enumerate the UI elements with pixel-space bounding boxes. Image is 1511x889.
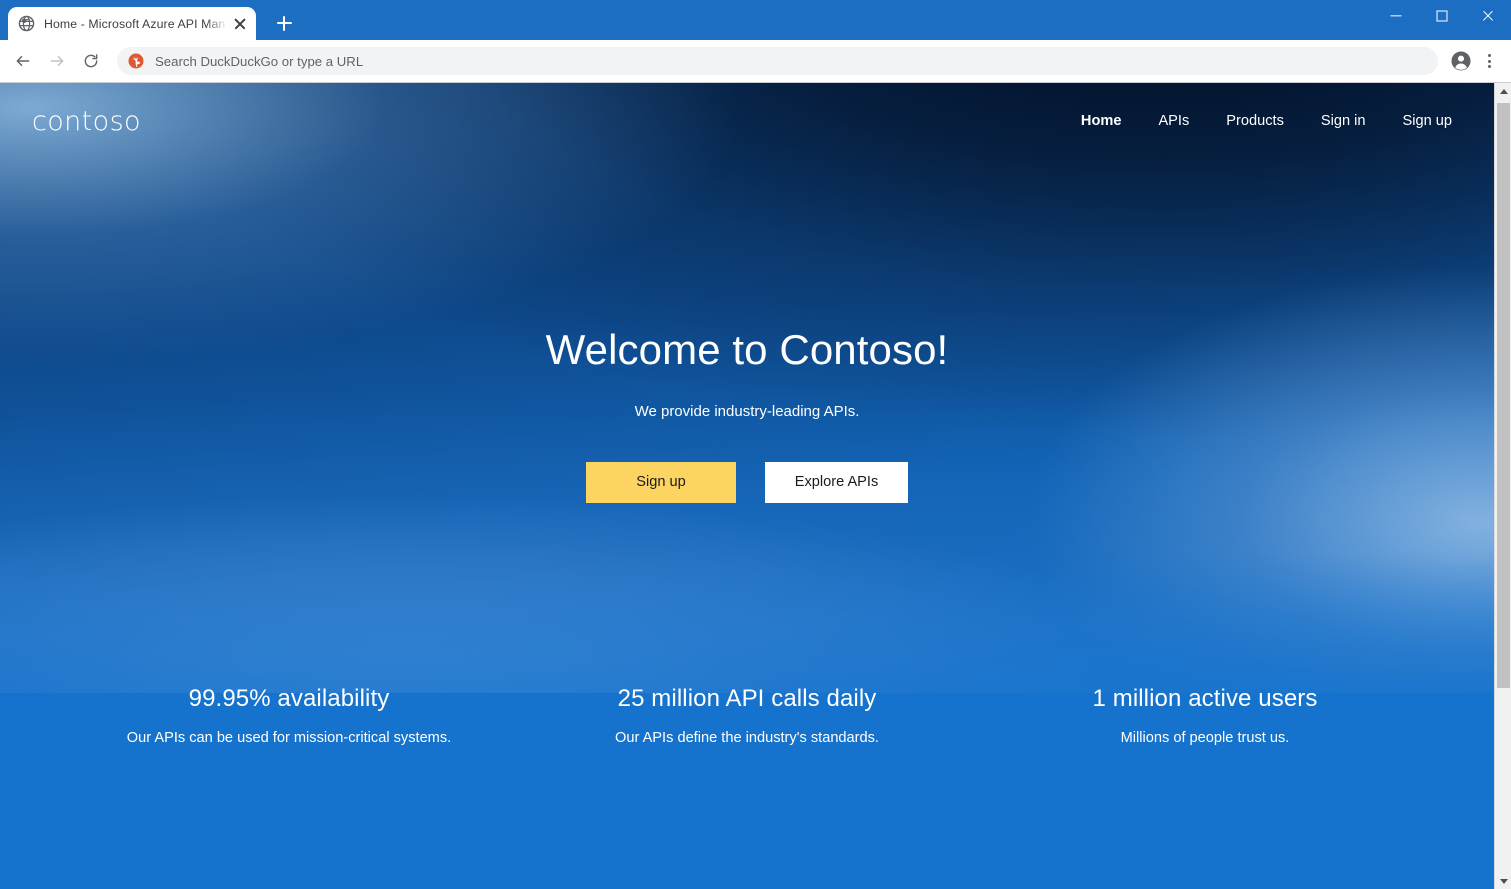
forward-button — [40, 44, 74, 78]
hero-section: Welcome to Contoso! We provide industry-… — [0, 159, 1494, 504]
nav-item-sign-up[interactable]: Sign up — [1403, 113, 1453, 129]
hero-actions: Sign up Explore APIs — [0, 462, 1494, 504]
browser-tab[interactable]: Home - Microsoft Azure API Man — [8, 7, 256, 40]
stat-item: 25 million API calls daily Our APIs defi… — [518, 685, 976, 746]
scroll-up-arrow-icon[interactable] — [1495, 83, 1511, 100]
site-logo[interactable]: contoso — [32, 106, 141, 137]
stat-description: Millions of people trust us. — [1120, 730, 1290, 747]
stat-item: 99.95% availability Our APIs can be used… — [60, 685, 518, 746]
tab-strip: Home - Microsoft Azure API Man — [0, 0, 1511, 40]
stat-description: Our APIs can be used for mission-critica… — [126, 730, 452, 747]
page-viewport: contoso Home APIs Products Sign in Sign … — [0, 83, 1511, 889]
address-bar[interactable]: Search DuckDuckGo or type a URL — [117, 47, 1438, 75]
arrow-back-icon — [15, 53, 32, 70]
arrow-forward-icon — [49, 53, 66, 70]
stats-section: 99.95% availability Our APIs can be used… — [0, 685, 1494, 746]
stat-description: Our APIs define the industry's standards… — [615, 730, 879, 747]
browser-toolbar: Search DuckDuckGo or type a URL — [0, 40, 1511, 83]
stat-item: 1 million active users Millions of peopl… — [976, 685, 1434, 746]
page-scrollbar[interactable] — [1494, 83, 1511, 889]
nav-item-sign-in[interactable]: Sign in — [1321, 113, 1366, 129]
minimize-icon[interactable] — [1373, 0, 1419, 32]
new-tab-button[interactable] — [270, 9, 298, 37]
reload-button[interactable] — [74, 44, 108, 78]
browser-window: Home - Microsoft Azure API Man Search Du… — [0, 0, 1511, 889]
nav-item-apis[interactable]: APIs — [1158, 113, 1189, 129]
nav-item-home[interactable]: Home — [1081, 113, 1122, 129]
window-controls — [1373, 0, 1511, 32]
globe-icon — [18, 15, 35, 32]
site-header: contoso Home APIs Products Sign in Sign … — [0, 83, 1494, 159]
scrollbar-thumb[interactable] — [1497, 103, 1510, 688]
nav-item-products[interactable]: Products — [1226, 113, 1284, 129]
three-dots-menu-icon[interactable] — [1477, 45, 1503, 77]
stat-headline: 1 million active users — [1092, 685, 1318, 713]
account-avatar-icon[interactable] — [1445, 45, 1477, 77]
duckduckgo-icon — [128, 53, 144, 69]
close-window-icon[interactable] — [1465, 0, 1511, 32]
sign-up-button[interactable]: Sign up — [586, 462, 736, 504]
back-button[interactable] — [6, 44, 40, 78]
stat-headline: 99.95% availability — [188, 685, 390, 713]
maximize-icon[interactable] — [1419, 0, 1465, 32]
main-navigation: Home APIs Products Sign in Sign up — [1081, 113, 1452, 129]
stat-headline: 25 million API calls daily — [617, 685, 877, 713]
tab-title: Home - Microsoft Azure API Man — [44, 16, 226, 31]
developer-portal-page: contoso Home APIs Products Sign in Sign … — [0, 83, 1494, 889]
hero-heading: Welcome to Contoso! — [545, 326, 949, 373]
reload-icon — [83, 53, 100, 70]
explore-apis-button[interactable]: Explore APIs — [765, 462, 908, 504]
scroll-down-arrow-icon[interactable] — [1495, 872, 1511, 889]
hero-subheading: We provide industry-leading APIs. — [634, 403, 860, 421]
address-bar-placeholder: Search DuckDuckGo or type a URL — [155, 53, 364, 69]
close-icon[interactable] — [232, 16, 248, 32]
